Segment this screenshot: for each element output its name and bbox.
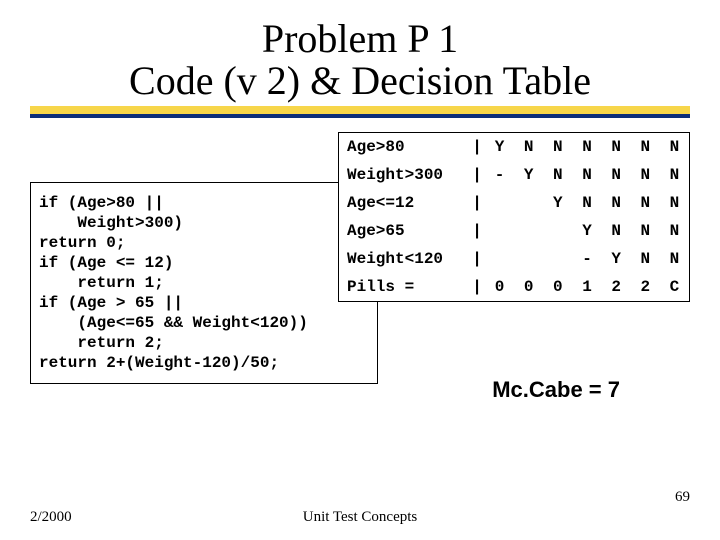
rule-yellow xyxy=(30,106,690,114)
row-separator: | xyxy=(469,273,485,301)
footer-pageno: 69 xyxy=(675,489,690,506)
title-line1: Problem P 1 xyxy=(0,18,720,60)
table-cell xyxy=(514,189,543,217)
code-listing: if (Age>80 || Weight>300) return 0; if (… xyxy=(30,182,378,384)
rule-blue xyxy=(30,114,690,118)
table-cell: N xyxy=(572,133,601,161)
table-cell: N xyxy=(543,133,572,161)
table-cell: C xyxy=(660,273,689,301)
table-cell: N xyxy=(514,133,543,161)
table-cell xyxy=(514,245,543,273)
slide-title: Problem P 1 Code (v 2) & Decision Table xyxy=(0,0,720,102)
table-cell xyxy=(485,217,514,245)
table-cell: 0 xyxy=(485,273,514,301)
table-row: Pills =|000122C xyxy=(339,273,689,301)
table-cell: N xyxy=(602,189,631,217)
table-cell: N xyxy=(543,161,572,189)
row-separator: | xyxy=(469,245,485,273)
table-cell xyxy=(485,245,514,273)
table-cell: N xyxy=(660,161,689,189)
table-cell: N xyxy=(602,217,631,245)
table-cell: N xyxy=(572,161,601,189)
table-cell: 1 xyxy=(572,273,601,301)
row-separator: | xyxy=(469,189,485,217)
table-cell: N xyxy=(631,133,660,161)
table-cell xyxy=(543,245,572,273)
title-rule xyxy=(30,106,690,118)
table-cell: N xyxy=(631,217,660,245)
row-label: Weight<120 xyxy=(339,245,469,273)
row-label: Age<=12 xyxy=(339,189,469,217)
table-cell xyxy=(485,189,514,217)
table-row: Weight>300|-YNNNNN xyxy=(339,161,689,189)
table-cell: N xyxy=(572,189,601,217)
table-cell xyxy=(543,217,572,245)
table-cell: 0 xyxy=(514,273,543,301)
table-cell: Y xyxy=(602,245,631,273)
table-cell: N xyxy=(660,189,689,217)
mccabe-note: Mc.Cabe = 7 xyxy=(492,377,620,403)
table-cell: N xyxy=(631,189,660,217)
table-row: Age>65|YNNN xyxy=(339,217,689,245)
decision-table: Age>80|YNNNNNNWeight>300|-YNNNNNAge<=12|… xyxy=(338,132,690,302)
table-cell: N xyxy=(602,133,631,161)
row-label: Age>65 xyxy=(339,217,469,245)
table-row: Age>80|YNNNNNN xyxy=(339,133,689,161)
table-cell: N xyxy=(660,245,689,273)
table-row: Weight<120|-YNN xyxy=(339,245,689,273)
content-area: if (Age>80 || Weight>300) return 0; if (… xyxy=(30,132,690,452)
table-cell: N xyxy=(631,161,660,189)
table-cell: - xyxy=(485,161,514,189)
table-cell: Y xyxy=(514,161,543,189)
table-cell: N xyxy=(602,161,631,189)
row-separator: | xyxy=(469,161,485,189)
row-label: Pills = xyxy=(339,273,469,301)
table-cell: Y xyxy=(572,217,601,245)
row-separator: | xyxy=(469,217,485,245)
table-cell: N xyxy=(660,133,689,161)
table-cell: N xyxy=(631,245,660,273)
table-cell: 2 xyxy=(602,273,631,301)
table-cell: Y xyxy=(543,189,572,217)
table-cell: N xyxy=(660,217,689,245)
footer-center: Unit Test Concepts xyxy=(0,509,720,526)
row-separator: | xyxy=(469,133,485,161)
table-row: Age<=12|YNNNN xyxy=(339,189,689,217)
table-cell: Y xyxy=(485,133,514,161)
title-line2: Code (v 2) & Decision Table xyxy=(0,60,720,102)
row-label: Weight>300 xyxy=(339,161,469,189)
decision-table-grid: Age>80|YNNNNNNWeight>300|-YNNNNNAge<=12|… xyxy=(339,133,689,301)
table-cell xyxy=(514,217,543,245)
table-cell: - xyxy=(572,245,601,273)
table-cell: 2 xyxy=(631,273,660,301)
row-label: Age>80 xyxy=(339,133,469,161)
table-cell: 0 xyxy=(543,273,572,301)
